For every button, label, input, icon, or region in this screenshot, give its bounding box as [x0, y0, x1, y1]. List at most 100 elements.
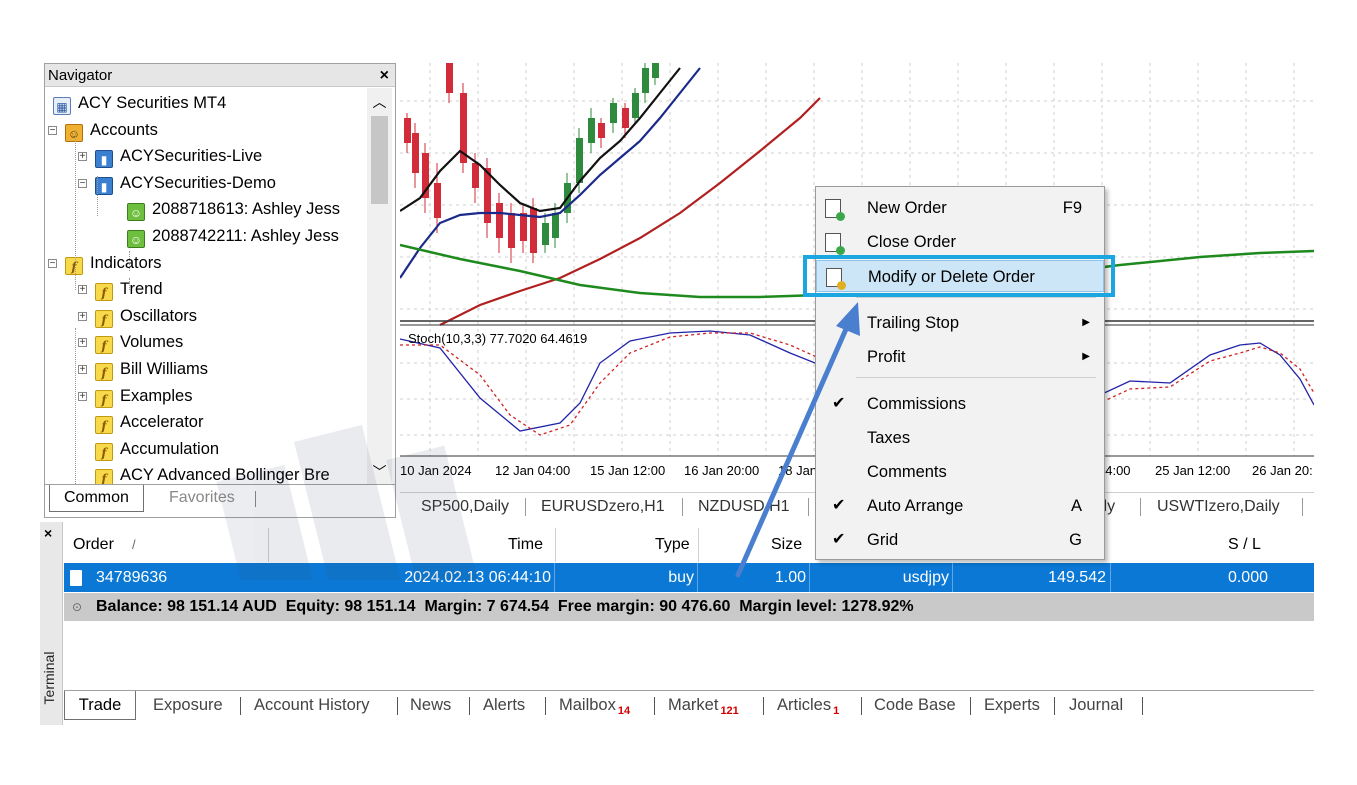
tab-news[interactable]: News — [410, 691, 451, 719]
scroll-thumb[interactable] — [371, 116, 388, 204]
stochastic-label: Stoch(10,3,3) 77.7020 64.4619 — [408, 331, 587, 346]
order-icon — [70, 570, 82, 586]
collapse-icon[interactable]: − — [48, 258, 57, 268]
candle-body — [598, 123, 605, 138]
navigator-close-icon[interactable]: × — [380, 64, 389, 87]
column-type[interactable]: Type — [655, 528, 690, 562]
time-label: 10 Jan 2024 — [400, 463, 472, 478]
chart-tab[interactable]: USWTIzero,Daily — [1157, 495, 1280, 519]
tree-node-label: Accelerator — [120, 413, 204, 432]
tab-badge: 14 — [617, 705, 631, 718]
terminal-sidebar: × Terminal — [40, 522, 63, 725]
indicator-icon: f — [95, 469, 113, 484]
chart-tab[interactable]: EURUSDzero,H1 — [541, 495, 665, 519]
tree-node[interactable]: f ACY Advanced Bollinger Bre — [95, 462, 330, 484]
scroll-up-icon[interactable]: ︿ — [367, 92, 392, 110]
order-price: 149.542 — [1048, 569, 1106, 586]
tab-market[interactable]: Market 121 — [668, 691, 739, 719]
candle-body — [576, 138, 583, 183]
tab-exposure[interactable]: Exposure — [153, 691, 223, 719]
order-row[interactable]: 34789636 2024.02.13 06:44:10 buy 1.00 us… — [64, 563, 1314, 592]
tree-node-label: ACYSecurities-Live — [120, 147, 263, 166]
menu-item-shortcut: F9 — [1062, 199, 1082, 217]
tab-separator — [763, 697, 764, 715]
column-order[interactable]: Order — [73, 528, 114, 562]
tree-node[interactable]: f Volumes — [95, 329, 183, 355]
cell-separator — [952, 563, 953, 592]
tab-common[interactable]: Common — [49, 485, 144, 512]
tab-journal[interactable]: Journal — [1069, 691, 1123, 719]
menu-item-shortcut: A — [1070, 497, 1082, 515]
candle-body — [552, 213, 559, 238]
terminal-close-icon[interactable]: × — [44, 525, 52, 541]
tab-trade[interactable]: Trade — [64, 691, 136, 720]
tree-guide-line — [97, 176, 99, 216]
column-sl[interactable]: S / L — [1228, 528, 1261, 562]
moving-average-black — [400, 67, 681, 213]
tree-node-label: Oscillators — [120, 306, 198, 325]
menu-item-label: Comments — [867, 463, 947, 481]
menu-item-shortcut: G — [1069, 531, 1082, 549]
navigator-tree: ▦ ACY Securities MT4− ☺ Accounts + ▮ ACYSecuri… — [45, 88, 365, 484]
expand-icon[interactable]: + — [78, 285, 87, 295]
navigator-scrollbar[interactable]: ︿ ﹀ — [367, 88, 392, 484]
tree-node[interactable]: ▮ ACYSecurities-Demo — [95, 170, 276, 196]
tab-separator — [970, 697, 971, 715]
tree-node[interactable]: ▮ ACYSecurities-Live — [95, 143, 262, 169]
tree-node[interactable]: f Oscillators — [95, 303, 197, 329]
column-separator — [698, 528, 699, 562]
candle-body — [632, 93, 639, 118]
tree-node[interactable]: f Accelerator — [95, 409, 203, 435]
tab-mailbox[interactable]: Mailbox 14 — [559, 691, 630, 719]
indicator-icon: f — [65, 256, 83, 275]
menu-item-label: Commissions — [867, 395, 967, 413]
terminal-panel: × Terminal Order / Time Type Size S / L … — [40, 522, 1314, 725]
indicator-icon: f — [95, 389, 113, 408]
tab-separator — [525, 498, 526, 516]
tree-guide-line — [75, 130, 77, 290]
expand-icon[interactable]: + — [78, 311, 87, 321]
tab-label: Journal — [1069, 696, 1124, 714]
annotation-arrow-icon — [735, 302, 860, 578]
tab-account-history[interactable]: Account History — [254, 691, 370, 719]
menu-item-new-order[interactable]: New Order F9 — [816, 192, 1104, 224]
tree-node[interactable]: f Accumulation — [95, 436, 219, 462]
user-icon: ☺ — [127, 203, 145, 222]
navigator-title-text: Navigator — [48, 67, 113, 84]
menu-item-close-order[interactable]: Close Order — [816, 226, 1104, 258]
tree-node-label: ACY Advanced Bollinger Bre — [120, 466, 330, 484]
tab-label: Exposure — [153, 696, 223, 714]
candle-body — [652, 63, 659, 78]
tree-node[interactable]: f Indicators — [65, 250, 162, 276]
tree-node[interactable]: f Examples — [95, 383, 192, 409]
expand-icon[interactable]: + — [78, 152, 87, 162]
candle-body — [446, 63, 453, 93]
tab-articles[interactable]: Articles 1 — [777, 691, 839, 719]
column-time[interactable]: Time — [508, 528, 543, 562]
tab-code-base[interactable]: Code Base — [874, 691, 956, 719]
scroll-down-icon[interactable]: ﹀ — [367, 462, 392, 480]
tab-separator — [255, 491, 256, 507]
tree-node[interactable]: ☺ 2088742211: Ashley Jess — [127, 223, 339, 249]
chart-tab[interactable]: SP500,Daily — [421, 495, 509, 519]
tree-node[interactable]: ☺ Accounts — [65, 117, 158, 143]
tab-alerts[interactable]: Alerts — [483, 691, 525, 719]
sort-indicator-icon: / — [132, 537, 136, 552]
candle-body — [508, 213, 515, 248]
expand-icon[interactable]: + — [78, 391, 87, 401]
expand-icon[interactable]: + — [78, 338, 87, 348]
tree-node[interactable]: ▦ ACY Securities MT4 — [53, 90, 226, 116]
tab-experts[interactable]: Experts — [984, 691, 1040, 719]
collapse-icon[interactable]: − — [48, 125, 57, 135]
collapse-icon[interactable]: − — [78, 178, 87, 188]
tab-label: Trade — [78, 696, 122, 714]
tree-node[interactable]: f Bill Williams — [95, 356, 208, 382]
tab-label: Experts — [984, 696, 1040, 714]
tab-favorites[interactable]: Favorites — [155, 485, 249, 511]
candle-body — [610, 103, 617, 123]
candle-body — [642, 68, 649, 93]
expand-icon[interactable]: + — [78, 365, 87, 375]
candlesticks — [404, 63, 659, 263]
tab-label: Articles — [777, 696, 832, 714]
tree-node[interactable]: ☺ 2088718613: Ashley Jess — [127, 196, 340, 222]
